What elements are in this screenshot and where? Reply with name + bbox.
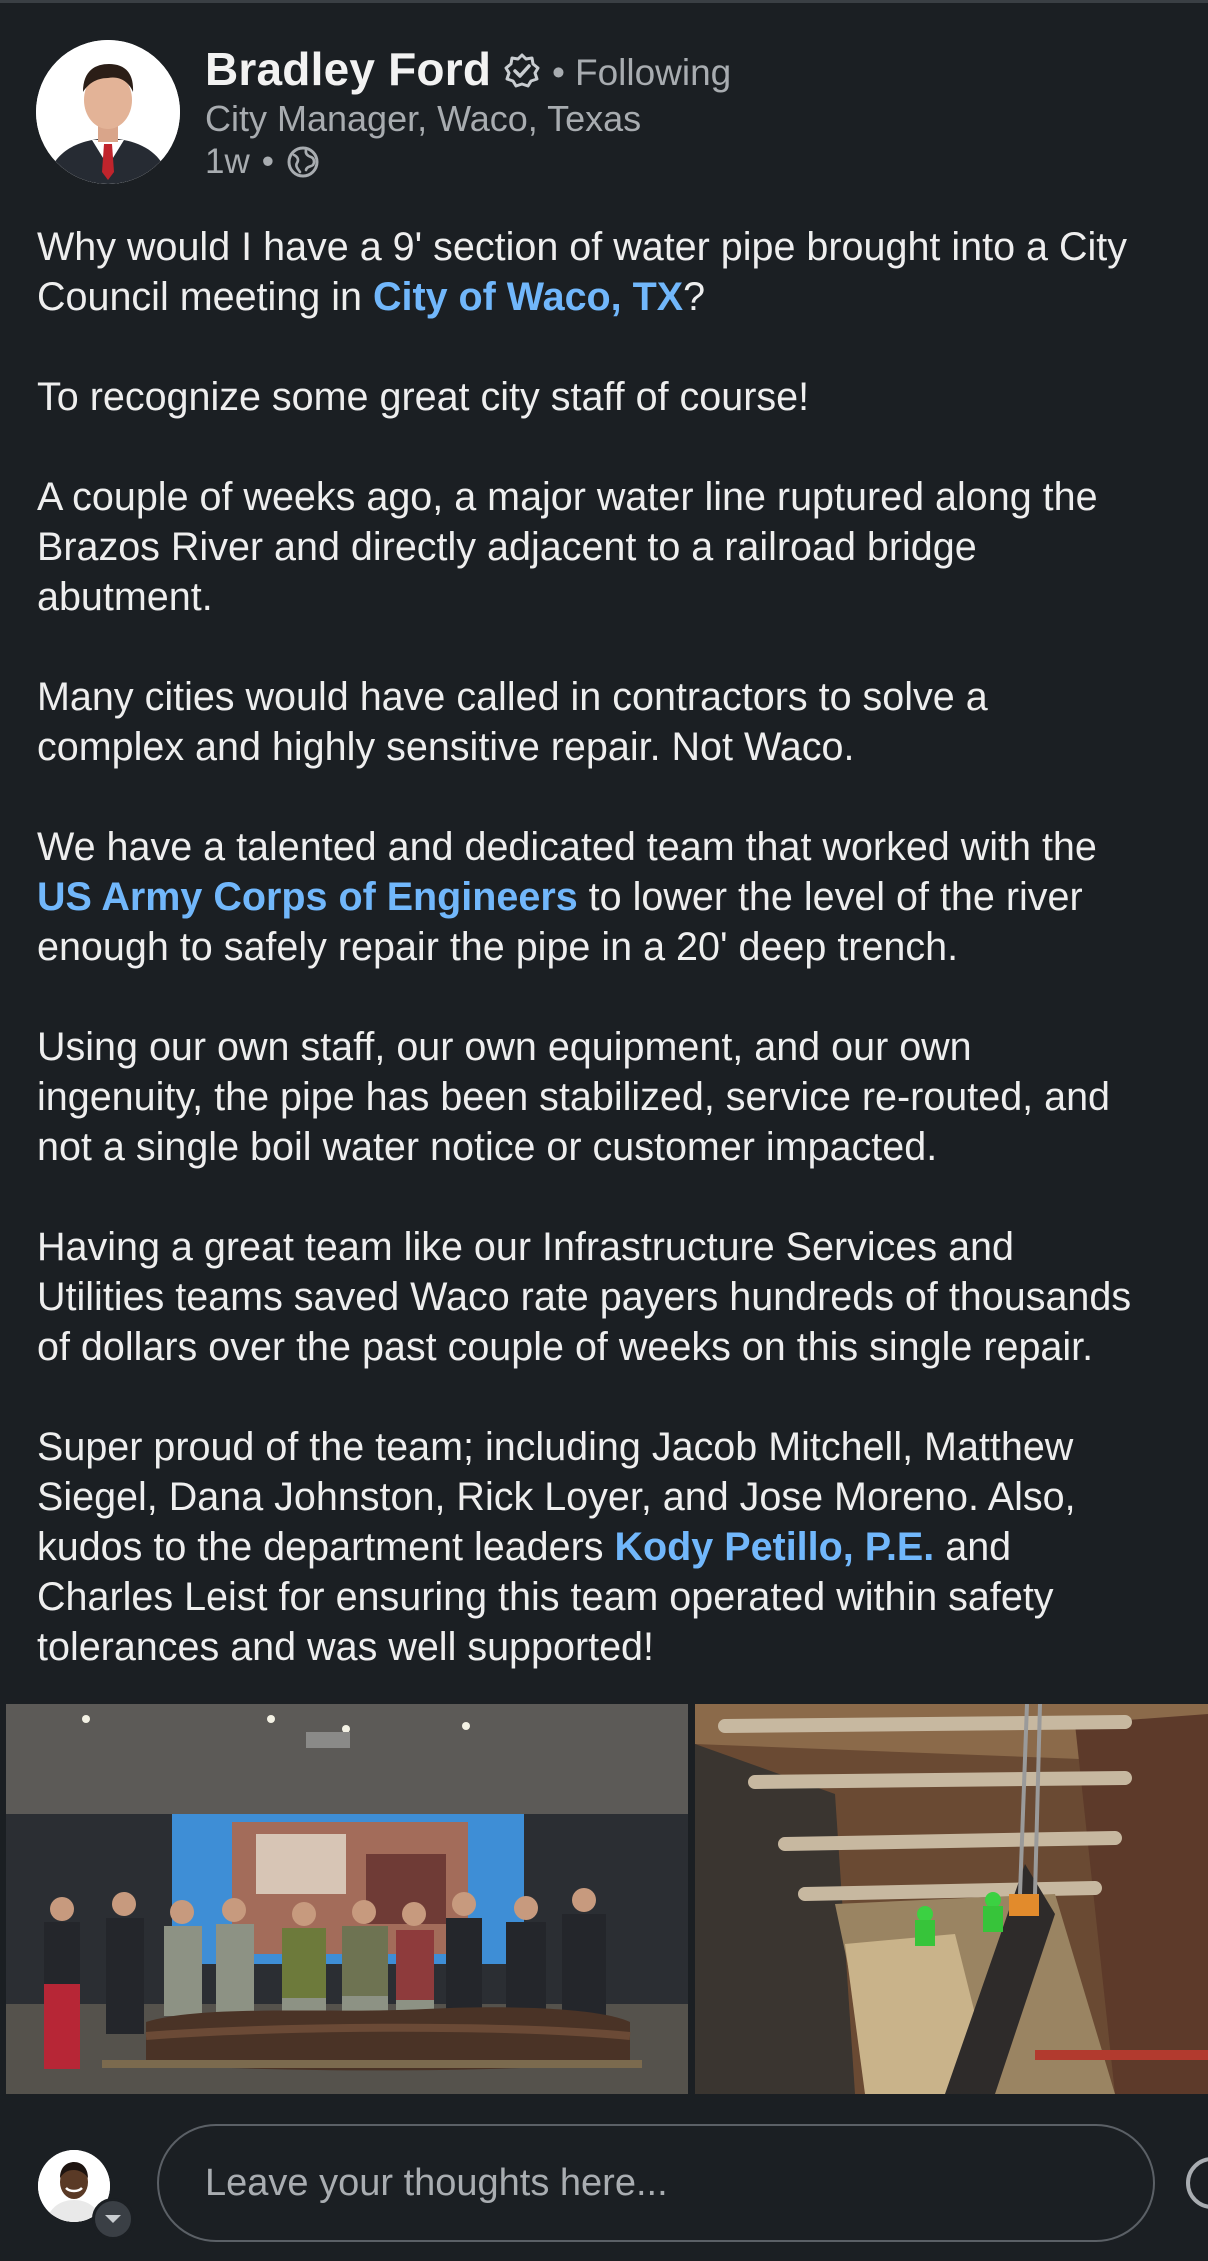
separator-dot: • xyxy=(261,142,275,181)
post-paragraph: To recognize some great city staff of co… xyxy=(37,372,1208,422)
post-paragraph: Using our own staff, our own equipment, … xyxy=(37,1022,1208,1172)
globe-icon xyxy=(287,146,319,178)
top-divider xyxy=(0,0,1208,3)
post-paragraph: Why would I have a 9' section of water p… xyxy=(37,222,1208,322)
post-text: Siegel, Dana Johnston, Rick Loyer, and J… xyxy=(37,1475,1076,1519)
mention-link[interactable]: City of Waco, TX xyxy=(373,275,683,319)
post-text: ? xyxy=(683,275,706,319)
account-switcher[interactable] xyxy=(92,2198,134,2240)
post-text: To recognize some great city staff of co… xyxy=(37,375,810,419)
post-text: and xyxy=(934,1525,1012,1569)
post-time: 1w xyxy=(205,142,250,181)
post-photo-council-meeting[interactable] xyxy=(6,1704,688,2094)
separator-dot: • xyxy=(552,52,565,93)
post-text: We have a talented and dedicated team th… xyxy=(37,825,1097,869)
post-text: Council meeting in xyxy=(37,275,373,319)
post-text: kudos to the department leaders xyxy=(37,1525,615,1569)
post-text: Having a great team like our Infrastruct… xyxy=(37,1225,1014,1269)
author-avatar[interactable] xyxy=(36,40,180,184)
post-text: A couple of weeks ago, a major water lin… xyxy=(37,475,1098,519)
post-paragraph: A couple of weeks ago, a major water lin… xyxy=(37,472,1208,622)
post-text: tolerances and was well supported! xyxy=(37,1625,654,1669)
post-text: enough to safely repair the pipe in a 20… xyxy=(37,925,959,969)
post-text: not a single boil water notice or custom… xyxy=(37,1125,938,1169)
post-paragraph: Super proud of the team; including Jacob… xyxy=(37,1422,1208,1672)
post-text: Many cities would have called in contrac… xyxy=(37,675,988,719)
post-text: Why would I have a 9' section of water p… xyxy=(37,225,1127,269)
post-text: Using our own staff, our own equipment, … xyxy=(37,1025,972,1069)
post-paragraph: Having a great team like our Infrastruct… xyxy=(37,1222,1208,1372)
post-body: Why would I have a 9' section of water p… xyxy=(37,222,1208,1672)
post-paragraph: Many cities would have called in contrac… xyxy=(37,672,1208,772)
verified-badge-icon xyxy=(504,53,540,88)
author-name[interactable]: Bradley Ford xyxy=(205,42,491,96)
following-label: Following xyxy=(574,52,732,93)
mention-link[interactable]: Kody Petillo, P.E. xyxy=(615,1525,935,1569)
post-text: of dollars over the past couple of weeks… xyxy=(37,1325,1094,1369)
mention-link[interactable]: US Army Corps of Engineers xyxy=(37,875,578,919)
post-photo-repair-trench[interactable] xyxy=(695,1704,1208,2094)
post-text: Brazos River and directly adjacent to a … xyxy=(37,525,977,569)
post-text: to lower the level of the river xyxy=(577,875,1083,919)
author-headline: City Manager, Waco, Texas xyxy=(205,98,642,139)
post-text: Utilities teams saved Waco rate payers h… xyxy=(37,1275,1132,1319)
post-meta: 1w • xyxy=(205,142,320,182)
post-images xyxy=(6,1704,1208,2094)
post-text: Charles Leist for ensuring this team ope… xyxy=(37,1575,1054,1619)
post-text: Super proud of the team; including Jacob… xyxy=(37,1425,1074,1469)
post-text: ingenuity, the pipe has been stabilized,… xyxy=(37,1075,1111,1119)
comment-input[interactable] xyxy=(157,2124,1155,2242)
chevron-down-icon xyxy=(105,2215,121,2223)
post-text: complex and highly sensitive repair. Not… xyxy=(37,725,855,769)
post-text: abutment. xyxy=(37,575,213,619)
following-status[interactable]: • Following xyxy=(552,52,731,94)
post-paragraph: We have a talented and dedicated team th… xyxy=(37,822,1208,972)
